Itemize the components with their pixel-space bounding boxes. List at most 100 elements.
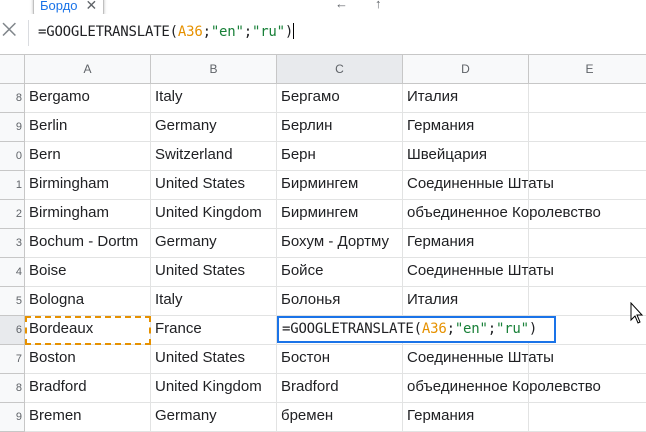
editor-separator: ; (487, 321, 496, 337)
row-header[interactable]: 6 (0, 316, 25, 345)
cell-editor[interactable]: =GOOGLETRANSLATE(A36;"en";"ru") (277, 316, 556, 343)
cell-c[interactable]: Бостон (277, 345, 403, 374)
cell-e[interactable] (529, 374, 646, 403)
cell-c[interactable]: Бохум - Дортму (277, 229, 403, 258)
cell-d[interactable]: объединенное Королевство (403, 200, 601, 229)
row-header[interactable]: 8 (0, 84, 25, 113)
cell-b[interactable]: Germany (151, 403, 277, 432)
tooltip-text: Бордо (40, 0, 78, 13)
cell-a[interactable]: Bochum - Dortm (25, 229, 151, 258)
cell-e[interactable] (529, 113, 646, 142)
cell-e[interactable] (529, 345, 646, 374)
row-header[interactable]: 2 (0, 200, 25, 229)
cell-d[interactable]: объединенное Королевство (403, 374, 601, 403)
cancel-icon[interactable]: ⨉ (2, 20, 16, 41)
column-header-c[interactable]: C (277, 55, 403, 84)
cell-e[interactable] (529, 171, 646, 200)
cell-d[interactable]: Италия (403, 84, 529, 113)
cell-a[interactable]: Bordeaux (25, 316, 151, 345)
formula-function: =GOOGLETRANSLATE( (38, 24, 178, 40)
cell-c[interactable]: бремен (277, 403, 403, 432)
column-header-b[interactable]: B (151, 55, 277, 84)
editor-source-lang: "en" (454, 321, 488, 337)
editor-separator: ; (446, 321, 455, 337)
top-toolbar: Бордо ✕ ← ↑ (0, 0, 646, 16)
cell-c[interactable]: Bradford (277, 374, 403, 403)
close-icon[interactable]: ✕ (86, 0, 98, 14)
cell-a[interactable]: Bergamo (25, 84, 151, 113)
cell-d[interactable]: Италия (403, 287, 529, 316)
cell-c[interactable]: Бергамо (277, 84, 403, 113)
cell-c[interactable]: Берлин (277, 113, 403, 142)
cell-a[interactable]: Boise (25, 258, 151, 287)
editor-target-lang: "ru" (495, 321, 529, 337)
cell-b[interactable]: Germany (151, 229, 277, 258)
editor-function: =GOOGLETRANSLATE( (282, 321, 422, 337)
cell-b[interactable]: United Kingdom (151, 200, 277, 229)
arrow-left-icon[interactable]: ← (335, 0, 348, 11)
cell-b[interactable]: Germany (151, 113, 277, 142)
cell-c[interactable]: Бирмингем (277, 200, 403, 229)
cell-e[interactable] (529, 403, 646, 432)
cell-e[interactable] (529, 287, 646, 316)
cell-b[interactable]: Italy (151, 287, 277, 316)
cell-a[interactable]: Boston (25, 345, 151, 374)
cell-b[interactable]: United States (151, 258, 277, 287)
column-header-a[interactable]: A (25, 55, 151, 84)
formula-separator: ; (243, 24, 252, 40)
cell-e[interactable] (529, 200, 646, 229)
formula-separator: ; (202, 24, 211, 40)
cell-d[interactable]: Германия (403, 403, 529, 432)
arrow-up-icon[interactable]: ↑ (375, 0, 382, 11)
select-all-corner[interactable] (0, 55, 25, 84)
editor-close-paren: ) (528, 321, 538, 337)
formula-target-lang: "ru" (251, 24, 285, 40)
cell-a[interactable]: Bologna (25, 287, 151, 316)
row-header[interactable]: 8 (0, 374, 25, 403)
row-header[interactable]: 7 (0, 345, 25, 374)
cell-d[interactable]: Швейцария (403, 142, 529, 171)
cell-e[interactable] (529, 229, 646, 258)
row-header[interactable]: 1 (0, 171, 25, 200)
cell-d[interactable]: Соединенные Штаты (403, 258, 554, 287)
cell-d[interactable]: Германия (403, 229, 529, 258)
formula-input[interactable]: =GOOGLETRANSLATE(A36;"en";"ru") (38, 23, 295, 40)
row-header[interactable]: 9 (0, 403, 25, 432)
editor-reference: A36 (421, 321, 447, 337)
mouse-pointer-icon (630, 302, 644, 324)
row-header[interactable]: 4 (0, 258, 25, 287)
cell-b[interactable]: United States (151, 171, 277, 200)
cell-a[interactable]: Birmingham (25, 171, 151, 200)
cell-b[interactable]: United Kingdom (151, 374, 277, 403)
row-header[interactable]: 9 (0, 113, 25, 142)
cell-e[interactable] (529, 142, 646, 171)
formula-bar[interactable]: ⨉ =GOOGLETRANSLATE(A36;"en";"ru") (0, 14, 646, 55)
cell-d[interactable]: Германия (403, 113, 529, 142)
cell-c[interactable]: Бойсе (277, 258, 403, 287)
column-header-e[interactable]: E (529, 55, 646, 84)
cell-a[interactable]: Berlin (25, 113, 151, 142)
column-header-d[interactable]: D (403, 55, 529, 84)
cell-d[interactable]: Соединенные Штаты (403, 345, 554, 374)
row-header[interactable]: 3 (0, 229, 25, 258)
cell-c[interactable]: Бирмингем (277, 171, 403, 200)
text-caret (293, 23, 295, 39)
cell-b[interactable]: Italy (151, 84, 277, 113)
cell-a[interactable]: Bremen (25, 403, 151, 432)
cell-b[interactable]: France (151, 316, 277, 345)
cell-c[interactable]: Болонья (277, 287, 403, 316)
formula-bar-divider (28, 20, 29, 46)
cell-c[interactable]: Берн (277, 142, 403, 171)
cell-b[interactable]: Switzerland (151, 142, 277, 171)
cell-a[interactable]: Birmingham (25, 200, 151, 229)
formula-reference: A36 (177, 24, 203, 40)
cell-d[interactable]: Соединенные Штаты (403, 171, 554, 200)
row-header[interactable]: 0 (0, 142, 25, 171)
row-header[interactable]: 5 (0, 287, 25, 316)
cell-a[interactable]: Bern (25, 142, 151, 171)
cell-e[interactable] (529, 84, 646, 113)
cell-e[interactable] (529, 258, 646, 287)
cell-b[interactable]: United States (151, 345, 277, 374)
cell-a[interactable]: Bradford (25, 374, 151, 403)
formula-source-lang: "en" (210, 24, 244, 40)
